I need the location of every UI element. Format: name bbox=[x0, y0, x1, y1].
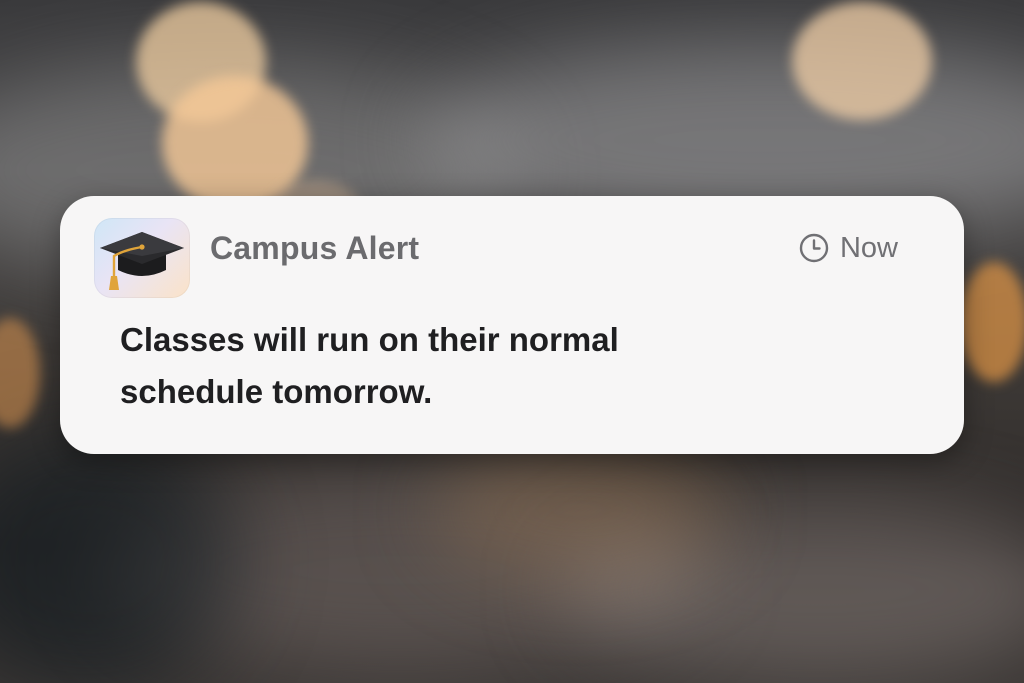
lock-screen-background: Campus Alert Now Classes will run on the… bbox=[0, 0, 1024, 683]
clock-icon bbox=[799, 233, 829, 263]
app-icon bbox=[94, 218, 190, 298]
notification-card[interactable]: Campus Alert Now Classes will run on the… bbox=[60, 196, 964, 454]
notification-message: Classes will run on their normal schedul… bbox=[120, 321, 619, 410]
app-name: Campus Alert bbox=[210, 230, 420, 266]
graduation-cap-icon bbox=[100, 232, 184, 290]
timestamp: Now bbox=[798, 228, 898, 268]
time-label: Now bbox=[839, 232, 898, 264]
